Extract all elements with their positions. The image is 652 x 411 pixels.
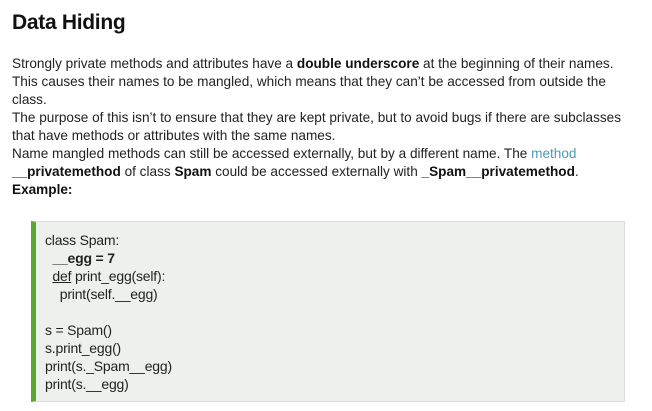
code-line-3-rest: print_egg(self): — [71, 268, 166, 284]
p3-bold-privatemethod: __privatemethod — [12, 164, 121, 179]
code-line-3: def print_egg(self): — [45, 267, 172, 285]
p2-text-1: The purpose of this isn’t to ensure that… — [12, 110, 622, 143]
paragraph-double-underscore: Strongly private methods and attributes … — [12, 55, 640, 109]
method-link[interactable]: method — [531, 146, 576, 161]
example-label-text: Example: — [12, 182, 73, 197]
code-line-7: print(s._Spam__egg) — [45, 358, 172, 374]
code-keyword-def: def — [52, 268, 72, 284]
paragraph-name-mangled: Name mangled methods can still be access… — [12, 145, 640, 181]
code-line-5: s = Spam() — [45, 322, 112, 338]
code-line-2-bold: __egg = 7 — [45, 250, 115, 266]
explanation-text: Strongly private methods and attributes … — [12, 55, 640, 199]
p3-bold-spam: Spam — [174, 164, 212, 179]
p3-text-3: could be accessed externally with — [211, 164, 422, 179]
p3-bold-mangled-name: _Spam__privatemethod — [421, 164, 575, 179]
p3-text-4: . — [574, 164, 579, 179]
p1-bold-double-underscore: double underscore — [296, 56, 420, 71]
code-block: class Spam: __egg = 7 def print_egg(self… — [31, 221, 625, 402]
p3-text-1: Name mangled methods can still be access… — [12, 146, 532, 161]
example-label: Example: — [12, 181, 640, 199]
p1-text-1: Strongly private methods and attributes … — [12, 56, 297, 71]
code-content: class Spam: __egg = 7 def print_egg(self… — [45, 231, 172, 393]
code-line-4: print(self.__egg) — [45, 286, 158, 302]
p3-text-2: of class — [120, 164, 175, 179]
code-line-1: class Spam: — [45, 232, 120, 248]
code-line-8: print(s.__egg) — [45, 376, 129, 392]
page-title: Data Hiding — [12, 11, 126, 34]
code-line-2: __egg = 7 — [45, 249, 172, 267]
paragraph-purpose: The purpose of this isn’t to ensure that… — [12, 109, 640, 145]
code-line-6: s.print_egg() — [45, 340, 121, 356]
